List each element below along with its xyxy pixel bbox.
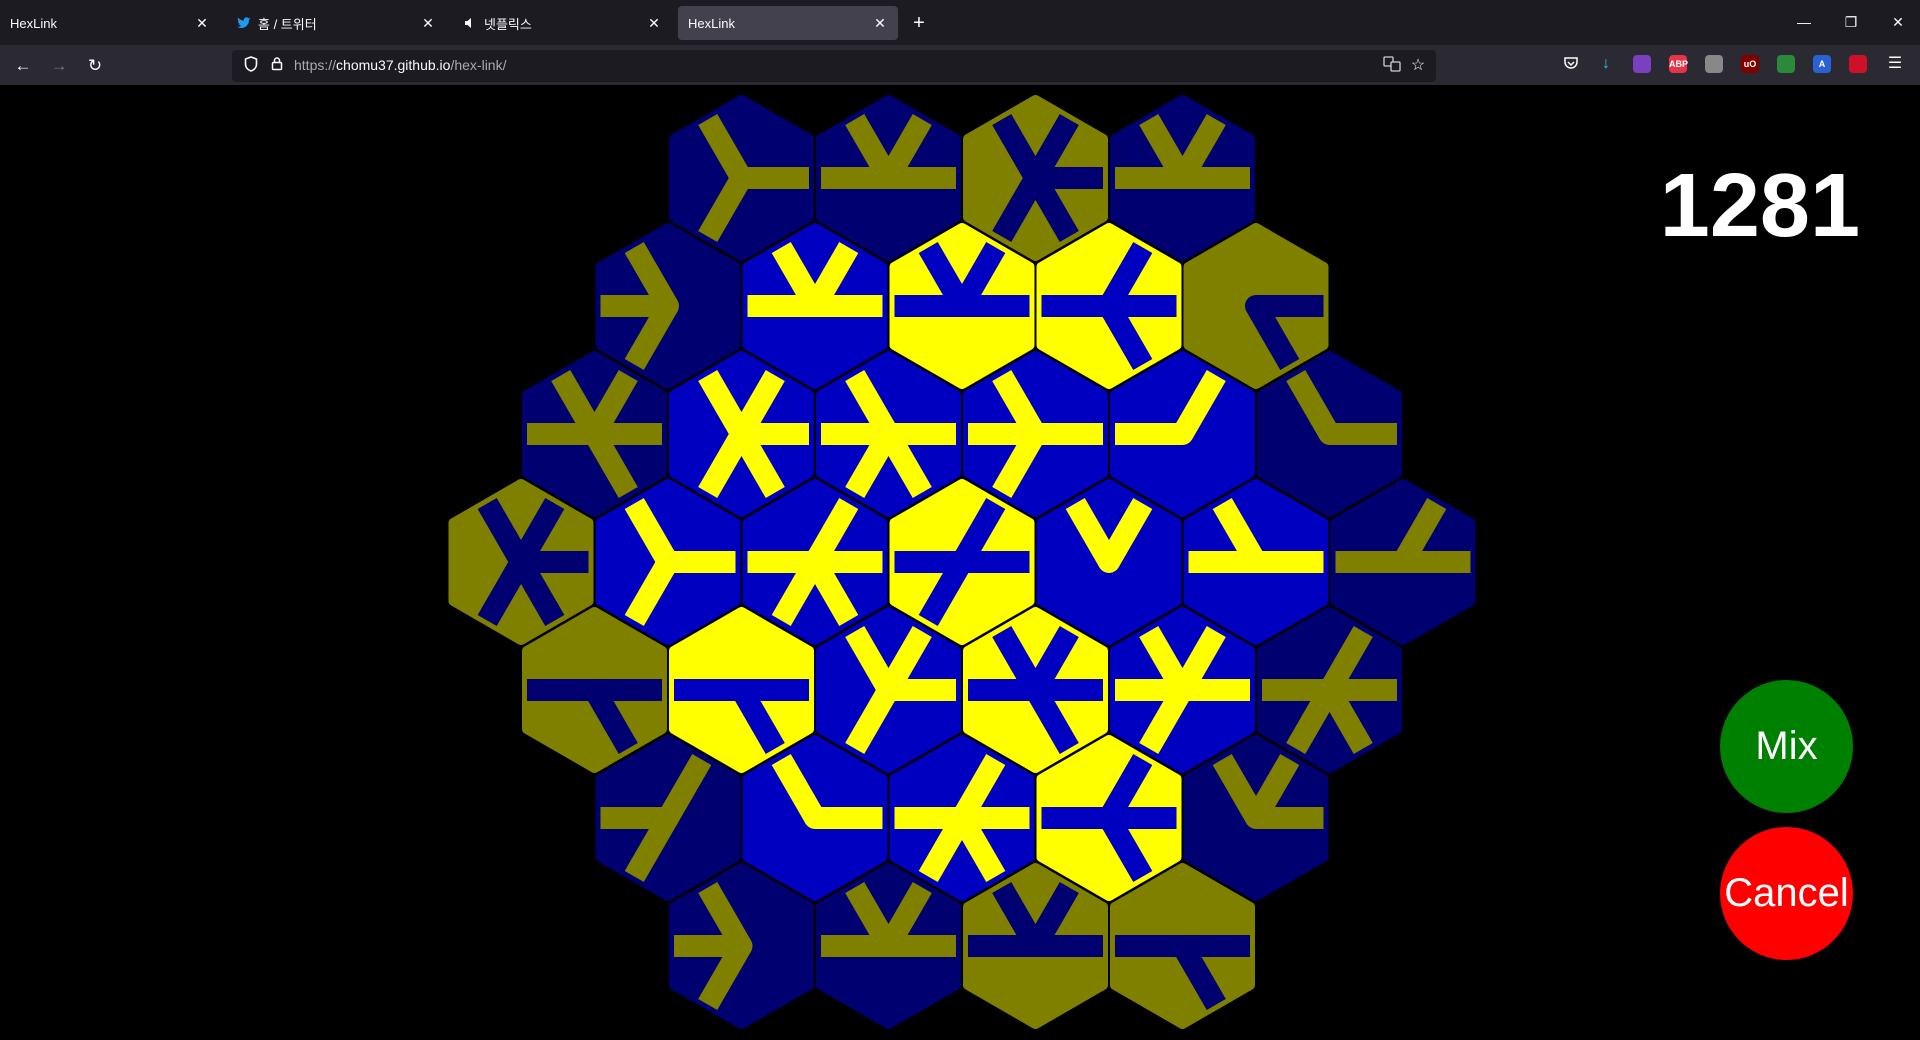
back-icon[interactable]: ←	[10, 53, 36, 79]
pocket-icon[interactable]	[1562, 55, 1580, 73]
link-hub	[804, 295, 826, 317]
browser-chrome: HexLink ✕ 홈 / 트위터 ✕ 넷플릭스 ✕ HexLink ✕ + —…	[0, 0, 1920, 85]
link-hub	[1098, 807, 1120, 829]
link-hub	[657, 551, 679, 573]
reload-icon[interactable]: ↻	[82, 53, 108, 79]
link-hub	[583, 423, 606, 445]
link-hub	[657, 295, 679, 317]
mix-button[interactable]: Mix	[1720, 680, 1853, 813]
link-hub	[1171, 935, 1194, 957]
link-hub	[730, 167, 753, 189]
link-hub	[804, 551, 826, 573]
link-hub	[1171, 679, 1194, 701]
link-hub	[730, 935, 753, 957]
restore-icon[interactable]: ❐	[1839, 10, 1863, 34]
link-hub	[1318, 423, 1341, 445]
score-counter: 1281	[1659, 156, 1860, 256]
link-hub	[1098, 551, 1120, 573]
speaker-icon[interactable]	[462, 15, 478, 31]
green-extension-icon[interactable]	[1777, 55, 1795, 73]
close-icon[interactable]: ✕	[194, 15, 210, 31]
tab-netflix[interactable]: 넷플릭스 ✕	[452, 6, 672, 40]
link-hub	[951, 807, 973, 829]
link-hub	[877, 935, 900, 957]
link-hub	[583, 679, 606, 701]
link-hub	[1318, 679, 1341, 701]
tab-label: 홈 / 트위터	[258, 16, 317, 32]
url-host: chomu37.github.io	[336, 57, 451, 73]
link-hub	[877, 423, 900, 445]
close-icon[interactable]: ✕	[420, 15, 436, 31]
menu-icon[interactable]: ☰	[1886, 55, 1904, 73]
link-hub	[1245, 551, 1267, 573]
close-icon[interactable]: ✕	[872, 15, 888, 31]
link-hub	[510, 551, 532, 573]
link-hub	[1024, 423, 1047, 445]
shield-icon[interactable]	[242, 56, 260, 76]
link-hub	[951, 295, 973, 317]
navigation-bar: ← → ↻ https://chomu37.github.io/hex-link…	[0, 45, 1920, 85]
lock-icon[interactable]	[268, 56, 286, 76]
hex-tile[interactable]	[1036, 479, 1182, 645]
link-hub	[1024, 167, 1047, 189]
color-wheel-icon[interactable]	[1633, 55, 1651, 73]
tab-hexlink-1[interactable]: HexLink ✕	[0, 6, 220, 40]
link-hub	[1024, 679, 1047, 701]
link-hub	[1171, 167, 1194, 189]
address-bar[interactable]: https://chomu37.github.io/hex-link/ ☆	[232, 50, 1436, 82]
tab-twitter[interactable]: 홈 / 트위터 ✕	[226, 6, 446, 40]
link-hub	[1024, 935, 1047, 957]
link-hub	[730, 423, 753, 445]
red-extension-icon[interactable]	[1849, 55, 1867, 73]
tab-strip: HexLink ✕ 홈 / 트위터 ✕ 넷플릭스 ✕ HexLink ✕ + —…	[0, 0, 1920, 45]
tab-label: HexLink	[10, 15, 57, 31]
translate-icon[interactable]	[1382, 56, 1402, 76]
link-hub	[877, 679, 900, 701]
link-hub	[951, 551, 973, 573]
url-path: /hex-link/	[450, 57, 507, 73]
twitter-icon	[236, 15, 252, 31]
tab-hexlink-active[interactable]: HexLink ✕	[678, 6, 898, 40]
tab-label: HexLink	[688, 15, 735, 31]
adblock-plus-icon[interactable]: ABP	[1669, 55, 1688, 73]
translate-extension-icon[interactable]: A	[1813, 55, 1831, 73]
game-area: 1281 Mix Cancel	[0, 85, 1920, 1040]
forward-icon[interactable]: →	[46, 53, 72, 79]
link-hub	[877, 167, 900, 189]
link-hub	[1392, 551, 1414, 573]
bookmark-star-icon[interactable]: ☆	[1408, 56, 1428, 76]
ghost-icon[interactable]	[1705, 55, 1723, 73]
minimize-icon[interactable]: —	[1792, 10, 1816, 34]
link-hub	[1245, 807, 1267, 829]
close-icon[interactable]: ✕	[646, 15, 662, 31]
link-hub	[804, 807, 826, 829]
link-hub	[730, 679, 753, 701]
link-hub	[1245, 295, 1267, 317]
new-tab-button[interactable]: +	[908, 12, 930, 34]
tab-label: 넷플릭스	[484, 16, 532, 32]
close-window-icon[interactable]: ✕	[1886, 10, 1910, 34]
url-prefix: https://	[294, 57, 337, 73]
link-hub	[657, 807, 679, 829]
ublock-origin-icon[interactable]: uO	[1741, 55, 1759, 73]
link-hub	[1171, 423, 1194, 445]
cancel-button[interactable]: Cancel	[1720, 827, 1853, 960]
download-icon[interactable]: ↓	[1597, 55, 1615, 73]
url-text[interactable]: https://chomu37.github.io/hex-link/	[294, 57, 506, 73]
link-hub	[1098, 295, 1120, 317]
